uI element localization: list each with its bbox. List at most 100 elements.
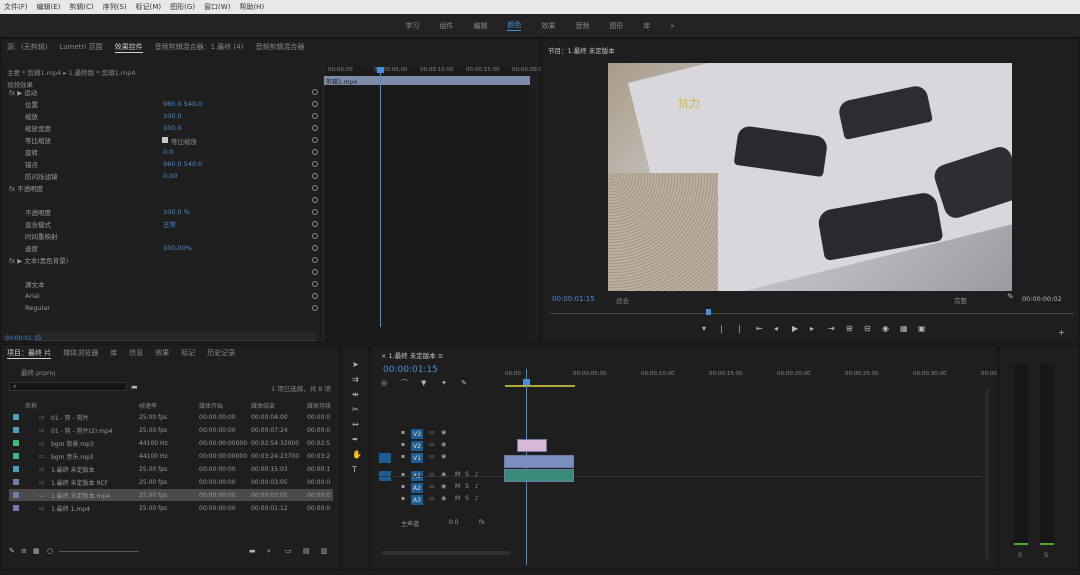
- mark-in-icon[interactable]: ▾: [702, 325, 706, 333]
- menu-item-1[interactable]: 编辑(E): [37, 2, 61, 12]
- effect-row[interactable]: fx 不透明度: [1, 183, 321, 193]
- effect-row-value[interactable]: 100.0: [163, 124, 182, 132]
- effect-row-value[interactable]: 正常: [163, 219, 176, 229]
- project-tab-3[interactable]: 信息: [129, 348, 143, 358]
- button-editor-icon[interactable]: ▣: [918, 325, 926, 333]
- reset-icon[interactable]: [312, 221, 318, 227]
- project-item[interactable]: ▭ bgm 音乐.mp3 44100 Hz 00:00:00:00000 00:03:2…: [9, 450, 333, 462]
- effect-row[interactable]: fx ▶ 运动: [1, 87, 321, 97]
- track-toggle-icon[interactable]: ▭: [429, 441, 435, 448]
- label-color-swatch[interactable]: [13, 505, 19, 511]
- effect-tab-4[interactable]: 音频剪辑混合器: [255, 42, 304, 52]
- effect-row[interactable]: 时间重映射: [1, 231, 321, 241]
- workspace-more-icon[interactable]: »: [670, 22, 674, 30]
- track-select-tool-icon[interactable]: ⇉: [352, 376, 359, 384]
- snap-icon[interactable]: ◎: [381, 379, 387, 387]
- track-mic-icon[interactable]: ♪: [475, 483, 479, 490]
- title-clip[interactable]: [517, 439, 547, 452]
- effect-row[interactable]: 等比缩放: [1, 135, 321, 145]
- effect-row[interactable]: 旋转 0.0: [1, 147, 321, 157]
- track-eye-icon[interactable]: ◉: [441, 441, 446, 448]
- effect-row[interactable]: 混合模式 正常: [1, 219, 321, 229]
- effect-tab-1[interactable]: Lumetri 范围: [59, 42, 102, 52]
- column-header-1[interactable]: 帧速率: [139, 401, 157, 410]
- add-button-icon[interactable]: +: [1058, 329, 1065, 337]
- go-to-in-icon[interactable]: ⇤: [756, 325, 763, 333]
- zoom-slider-icon[interactable]: ○: [47, 547, 53, 555]
- quality-dropdown[interactable]: 完整: [954, 295, 967, 305]
- project-item[interactable]: ▭ 01 - 剪 - 剪片 25.00 fps 00:00:00:00 00:00:04…: [9, 411, 333, 423]
- project-tab-5[interactable]: 标记: [181, 348, 195, 358]
- reset-icon[interactable]: [312, 149, 318, 155]
- reset-icon[interactable]: [312, 101, 318, 107]
- track-eye-icon[interactable]: ◉: [441, 429, 446, 436]
- label-color-swatch[interactable]: [13, 414, 19, 420]
- effect-tab-2[interactable]: 效果控件: [114, 42, 143, 53]
- effect-row-value[interactable]: 100.0 %: [163, 208, 190, 216]
- effect-row[interactable]: Regular: [1, 303, 321, 313]
- slip-tool-icon[interactable]: ↔: [352, 421, 359, 429]
- timeline-h-scrollbar[interactable]: [381, 551, 511, 555]
- selection-tool-icon[interactable]: ➤: [352, 361, 359, 369]
- search-input[interactable]: [9, 382, 127, 391]
- effect-row-value[interactable]: 0.00: [163, 172, 177, 180]
- meter-solo-right[interactable]: S: [1044, 551, 1048, 559]
- effect-row[interactable]: 不透明度 100.0 %: [1, 207, 321, 217]
- column-header-2[interactable]: 媒体开始: [199, 401, 223, 410]
- label-color-swatch[interactable]: [13, 466, 19, 472]
- menu-item-7[interactable]: 帮助(H): [239, 2, 264, 12]
- new-folder-icon[interactable]: ▤: [303, 547, 310, 555]
- workspace-5[interactable]: 音频: [575, 21, 589, 31]
- effect-row[interactable]: 锚点 960.0 540.0: [1, 159, 321, 169]
- menu-item-6[interactable]: 窗口(W): [204, 2, 230, 12]
- track-mic-icon[interactable]: ♪: [475, 495, 479, 502]
- step-forward-icon[interactable]: ▸: [810, 325, 814, 333]
- list-view-icon[interactable]: ≡: [21, 547, 27, 555]
- menu-item-4[interactable]: 标记(M): [136, 2, 162, 12]
- timeline-playhead-handle[interactable]: [523, 379, 530, 385]
- effect-row-value[interactable]: 100.0: [163, 112, 182, 120]
- workspace-3[interactable]: 颜色: [507, 20, 522, 31]
- track-eye-icon[interactable]: ◉: [441, 453, 446, 460]
- menu-item-2[interactable]: 剪辑(C): [69, 2, 93, 12]
- reset-icon[interactable]: [312, 197, 318, 203]
- reset-icon[interactable]: [312, 137, 318, 143]
- project-tab-0[interactable]: 项目：最终 片: [7, 348, 52, 359]
- zoom-slider[interactable]: [59, 551, 139, 552]
- track-eye-icon[interactable]: ◉: [441, 483, 446, 490]
- label-color-swatch[interactable]: [13, 440, 19, 446]
- work-area-bar[interactable]: [505, 385, 575, 387]
- track-toggle-icon[interactable]: ▭: [429, 453, 435, 460]
- workspace-0[interactable]: 学习: [405, 21, 419, 31]
- razor-tool-icon[interactable]: ✂: [352, 406, 359, 414]
- project-item[interactable]: ▭ 01 - 剪 - 剪片(2).mp4 25.00 fps 00:00:00:00 0…: [9, 424, 333, 436]
- reset-icon[interactable]: [312, 293, 318, 299]
- effect-row-value[interactable]: 960.0 540.0: [163, 100, 202, 108]
- track-eye-icon[interactable]: ◉: [441, 495, 446, 502]
- project-item[interactable]: ▭ bgm 背景.mp3 44100 Hz 00:00:00:00000 00:02:5…: [9, 437, 333, 449]
- search-footer-icon[interactable]: ⌕: [267, 547, 271, 555]
- trash-icon[interactable]: ▥: [321, 547, 328, 555]
- reset-icon[interactable]: [312, 305, 318, 311]
- program-scrubber[interactable]: [550, 313, 1074, 314]
- program-video-frame[interactable]: 抗力: [608, 63, 1012, 291]
- track-lock-icon[interactable]: ▪: [401, 441, 405, 448]
- column-header-3[interactable]: 媒体结束: [251, 401, 275, 410]
- go-to-out-icon[interactable]: ⇥: [828, 325, 835, 333]
- project-item[interactable]: ▭ 1.最终 未定版本.mp4 25.00 fps 00:00:00:00 00:00:…: [9, 489, 333, 501]
- track-lock-icon[interactable]: ▪: [401, 453, 405, 460]
- pencil-icon[interactable]: ✎: [9, 547, 15, 555]
- track-lock-icon[interactable]: ▪: [401, 495, 405, 502]
- ripple-edit-tool-icon[interactable]: ⇹: [352, 391, 359, 399]
- column-header-0[interactable]: 名称: [25, 401, 37, 410]
- effect-row-value[interactable]: 0.0: [163, 148, 173, 156]
- track-solo-icon[interactable]: S: [465, 483, 469, 490]
- reset-icon[interactable]: [312, 113, 318, 119]
- label-color-swatch[interactable]: [13, 427, 19, 433]
- settings-icon[interactable]: ✦: [441, 379, 447, 387]
- audio-clip[interactable]: [504, 469, 574, 482]
- label-color-swatch[interactable]: [13, 453, 19, 459]
- project-item[interactable]: ▭ 1.最终 1.mp4 25.00 fps 00:00:00:00 00:00:01:…: [9, 502, 333, 514]
- project-tab-6[interactable]: 历史记录: [207, 348, 235, 358]
- workspace-2[interactable]: 编辑: [473, 21, 487, 31]
